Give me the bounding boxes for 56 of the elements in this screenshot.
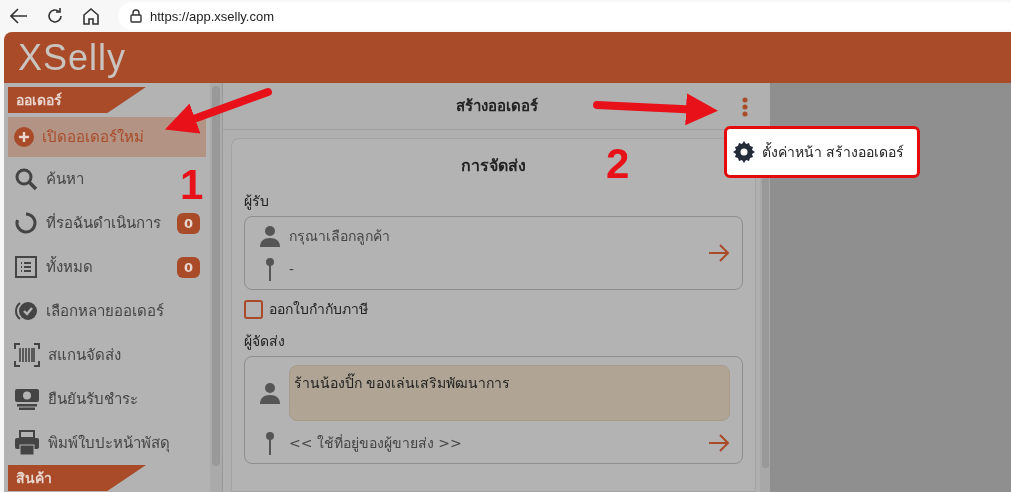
item-label: ค้นหา — [46, 169, 84, 190]
section-header: ออเดอร์ — [8, 87, 146, 113]
count-badge: 0 — [176, 212, 200, 234]
address-bar[interactable]: https://app.xselly.com — [118, 2, 1011, 30]
item-label: ยืนยันรับชำระ — [48, 389, 138, 410]
money-icon — [14, 388, 40, 410]
sender-name-field[interactable]: ร้านน้องปิ๊ก ของเล่นเสริมพัฒนาการ — [289, 365, 730, 421]
list-icon — [14, 255, 38, 279]
item-label: เลือกหลายออเดอร์ — [46, 301, 164, 322]
gear-icon — [732, 140, 756, 164]
checkbox[interactable] — [244, 299, 263, 319]
menu-label: ตั้งค่าหน้า สร้างออเดอร์ — [762, 141, 905, 162]
checkbox-label: ออกใบกำกับภาษี — [269, 300, 368, 319]
person-icon — [259, 382, 281, 404]
more-icon[interactable] — [742, 97, 748, 117]
card-title: การจัดส่ง — [461, 155, 526, 177]
url-text: https://app.xselly.com — [150, 8, 275, 24]
pin-icon — [265, 257, 275, 281]
search-icon — [14, 167, 38, 191]
back-icon[interactable] — [10, 8, 28, 24]
placeholder-text: กรุณาเลือกลูกค้า — [289, 227, 390, 247]
check-circle-icon — [14, 299, 38, 323]
home-icon[interactable] — [82, 7, 100, 25]
sidebar-item[interactable]: ค้นหา — [8, 157, 90, 201]
plus-icon — [14, 127, 34, 147]
count-badge: 0 — [176, 256, 200, 278]
lock-icon — [130, 9, 142, 23]
printer-icon — [14, 430, 40, 456]
sidebar-item[interactable]: เลือกหลายออเดอร์ — [8, 289, 170, 333]
scrollbar[interactable] — [212, 86, 220, 466]
item-label: พิมพ์ใบปะหน้าพัสดุ — [48, 433, 170, 455]
pin-icon — [265, 431, 275, 455]
step-number: 2 — [606, 143, 630, 185]
sidebar-item[interactable]: สแกนจัดส่ง — [8, 333, 127, 377]
recipient-box[interactable]: กรุณาเลือกลูกค้า - — [244, 216, 743, 290]
sidebar-item[interactable]: ทั้งหมด 0 — [8, 245, 206, 289]
section-header: สินค้า — [8, 465, 146, 491]
address-text: << ใช้ที่อยู่ของผู้ขายส่ง >> — [289, 433, 463, 454]
item-label: สแกนจัดส่ง — [48, 345, 121, 366]
ring-icon — [14, 211, 38, 235]
arrow-right-icon[interactable] — [708, 434, 730, 452]
item-label: ทั้งหมด — [46, 255, 93, 278]
page-title: สร้างออเดอร์ — [455, 96, 538, 117]
logo: XSelly — [18, 36, 127, 79]
barcode-icon — [14, 343, 40, 367]
item-label: เปิดออเดอร์ใหม่ — [42, 127, 144, 148]
person-icon — [259, 225, 281, 247]
arrow-right-icon[interactable] — [708, 244, 730, 262]
address-text: - — [289, 261, 295, 277]
settings-menu[interactable]: ตั้งค่าหน้า สร้างออเดอร์ — [724, 126, 920, 178]
field-label: ผู้รับ — [244, 192, 270, 212]
sidebar-item[interactable]: ยืนยันรับชำระ — [8, 377, 144, 421]
reload-icon[interactable] — [46, 7, 64, 25]
item-label: ที่รอฉันดำเนินการ — [46, 212, 161, 234]
sidebar-item[interactable]: พิมพ์ใบปะหน้าพัสดุ — [8, 421, 176, 465]
field-label: ผู้จัดส่ง — [244, 332, 286, 352]
